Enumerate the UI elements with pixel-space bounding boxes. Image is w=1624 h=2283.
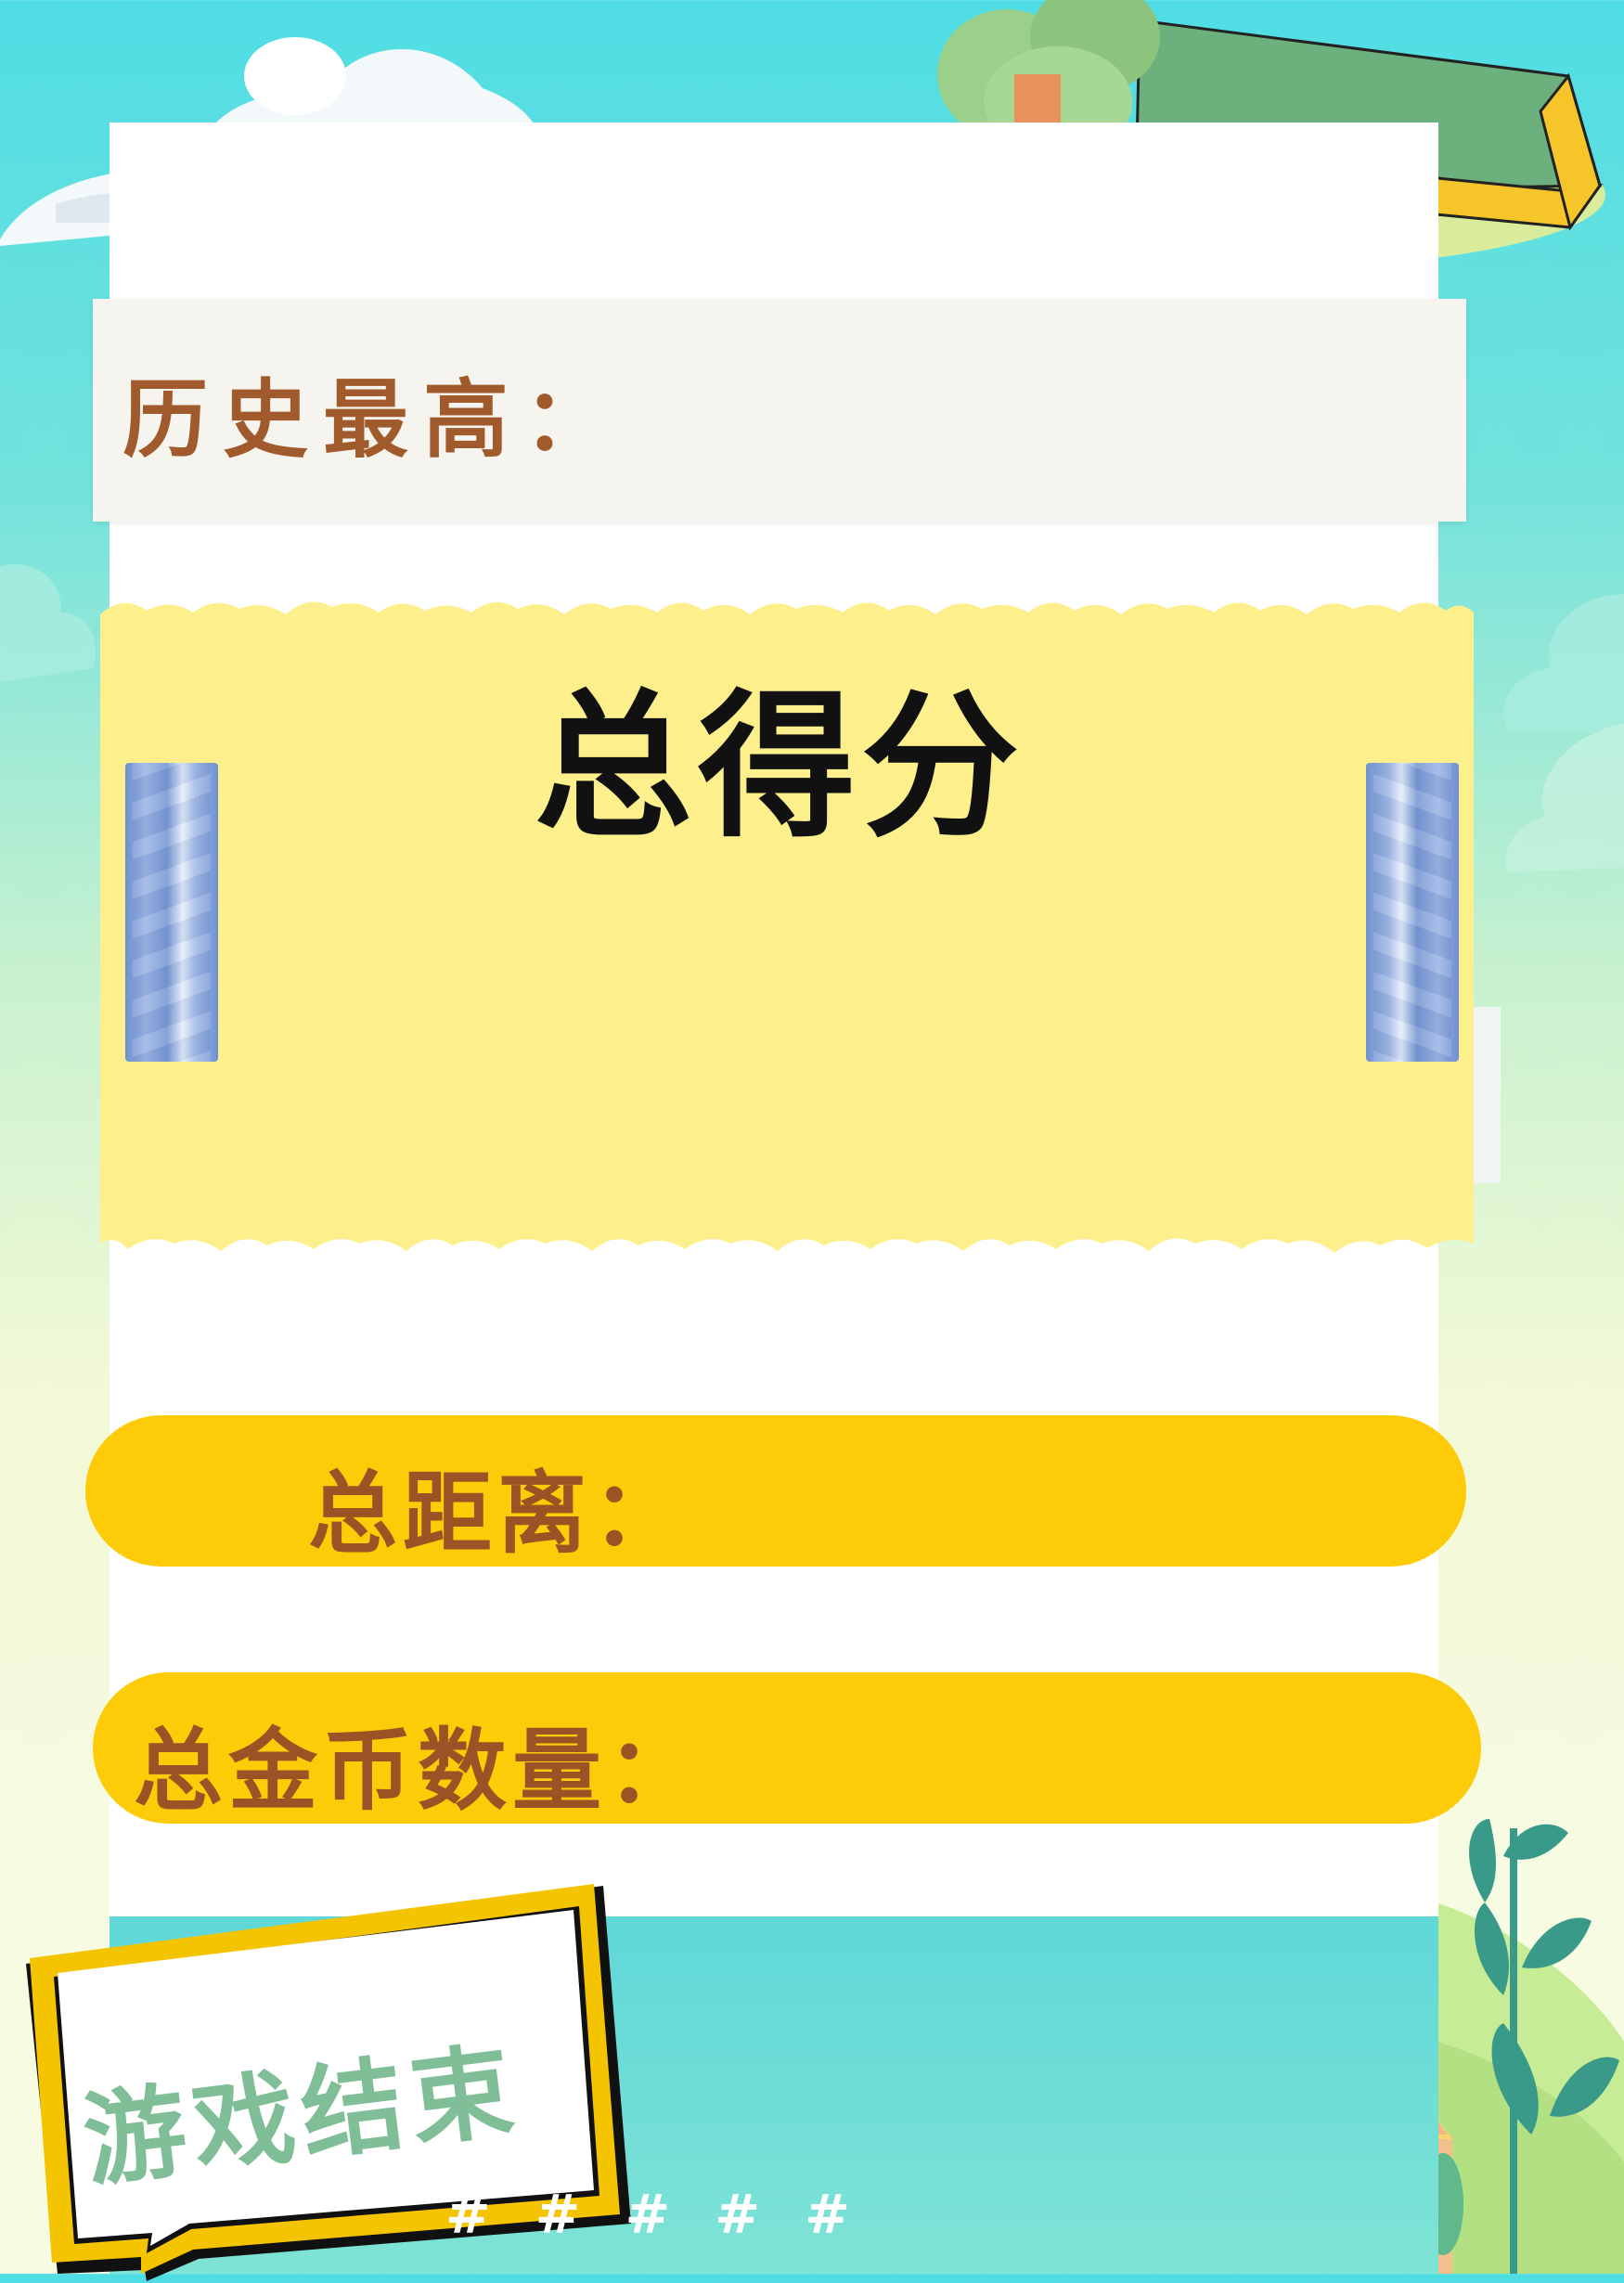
total-distance-label: 总距离： xyxy=(308,1462,687,1566)
history-best-label-text: 历史最高： xyxy=(122,370,625,470)
hash-decoration: # # # # # xyxy=(445,2183,863,2246)
total-score-title: 总得分 xyxy=(534,676,1025,859)
total-coins-label: 总金币数量： xyxy=(134,1719,702,1823)
history-best-label: 历史最高： xyxy=(122,351,624,474)
total-coins-bar: 总金币数量： xyxy=(93,1672,1481,1824)
total-distance-bar: 总距离： xyxy=(85,1415,1466,1567)
